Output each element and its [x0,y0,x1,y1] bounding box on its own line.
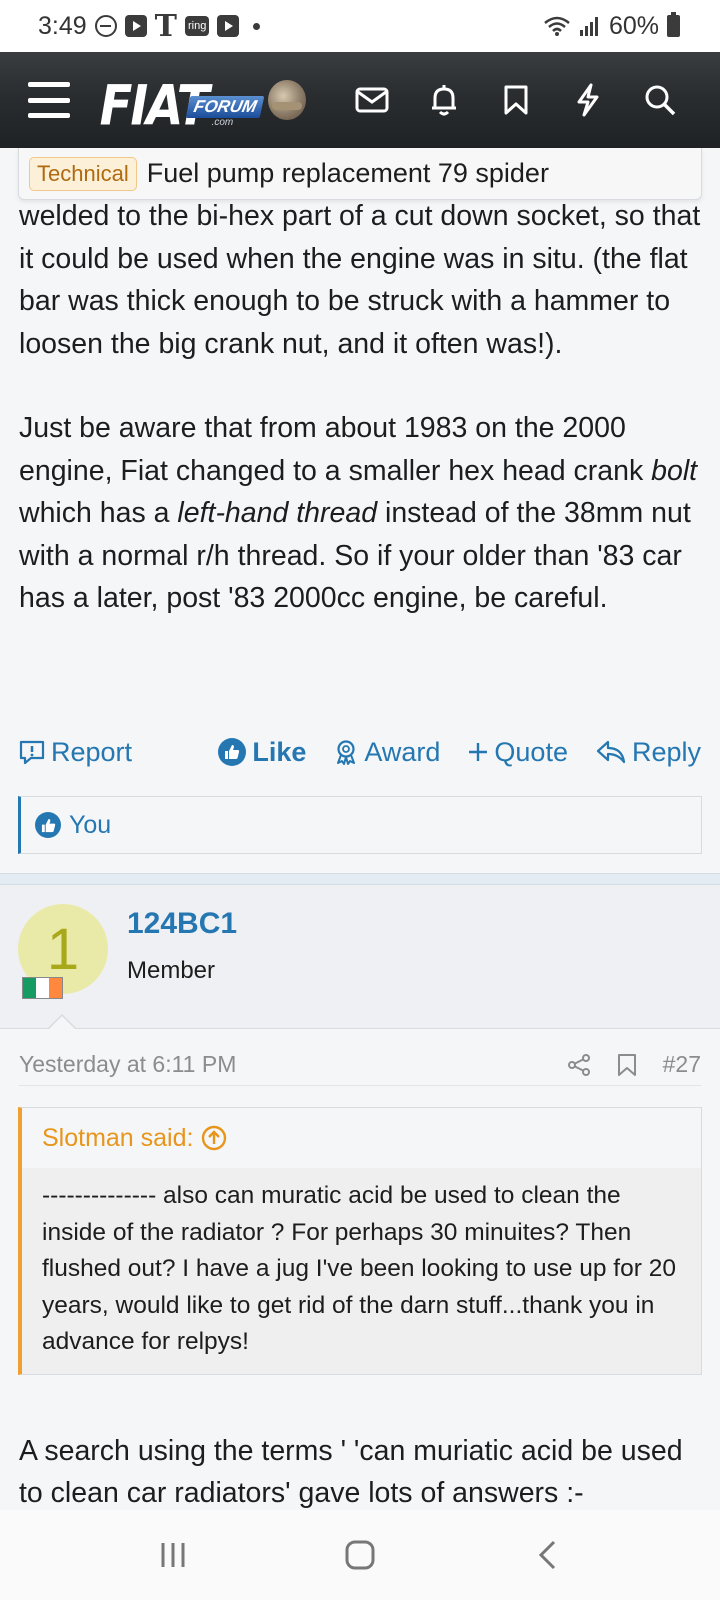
status-right: 60% [543,12,680,41]
status-left: 3:49 T ring [38,8,261,44]
reaction-like-icon [35,812,61,838]
app-header: FIAT FORUM .com [0,52,720,148]
battery-percent: 60% [608,11,659,40]
logo-com-text: .com [211,117,234,128]
report-icon [19,740,45,765]
post-paragraph-2: Just be aware that from about 1983 on th… [19,412,698,614]
search-icon[interactable] [624,70,696,130]
tmobile-icon: T [154,8,177,44]
plus-icon [469,743,488,761]
member-username[interactable]: 124BC1 [127,907,237,941]
message-arrow [48,1016,76,1030]
site-logo[interactable]: FIAT FORUM .com [100,70,265,134]
arrow-up-circle-icon[interactable] [201,1125,227,1151]
battery-icon [667,12,680,37]
home-icon[interactable] [330,1530,390,1580]
recent-apps-icon[interactable] [143,1530,203,1580]
post-number[interactable]: #27 [663,1051,701,1078]
youtube-icon [124,15,147,37]
status-time: 3:49 [38,11,87,40]
bell-icon[interactable] [408,70,480,130]
member-title: Member [127,957,216,984]
quote-body: -------------- also can muratic acid be … [22,1168,701,1374]
award-label: Award [364,736,441,767]
thread-title: Fuel pump replacement 79 spider [146,158,549,188]
report-label: Report [51,736,133,767]
ireland-flag-icon [22,977,63,999]
bookmark-icon[interactable] [480,70,552,130]
post-meta: Yesterday at 6:11 PM #27 [19,1044,701,1086]
wifi-icon [544,16,570,36]
share-icon[interactable] [567,1053,591,1077]
menu-icon[interactable] [28,82,70,118]
android-nav-bar [0,1510,720,1600]
mail-icon[interactable] [336,70,408,130]
user-avatar-header[interactable] [268,80,306,120]
reply-button[interactable]: Reply [596,737,701,768]
quote-button[interactable]: Quote [468,737,568,768]
thumbs-up-icon [218,738,247,766]
award-button[interactable]: Award [334,737,440,768]
back-icon[interactable] [517,1530,577,1580]
ring-app-icon: ring [185,16,210,36]
reactions-users: You [69,810,112,839]
like-button[interactable]: Like [218,737,306,768]
post-body: welded to the bi-hex part of a cut down … [19,195,709,662]
quote-label: Quote [494,736,568,767]
post-divider [0,873,720,885]
quote-author: Slotman said: [42,1123,194,1152]
bookmark-post-icon[interactable] [617,1053,637,1077]
quote-header[interactable]: Slotman said: [22,1108,701,1168]
notification-dot-icon [253,22,261,30]
post-timestamp[interactable]: Yesterday at 6:11 PM [19,1051,236,1078]
post-reply-text: A search using the terms ' 'can muriatic… [19,1435,683,1509]
lightning-icon[interactable] [552,70,624,130]
youtube-icon-2 [217,15,240,37]
reply-icon [596,740,626,764]
post-paragraph-1: welded to the bi-hex part of a cut down … [19,200,701,360]
sticky-thread-title[interactable]: Technical Fuel pump replacement 79 spide… [18,148,702,200]
post-user-block: 1 124BC1 Member [0,885,720,1030]
reply-label: Reply [631,736,701,767]
status-bar: 3:49 T ring 60% [0,0,720,52]
post-meta-actions: #27 [567,1051,701,1078]
header-icons [336,70,696,130]
signal-icon [579,17,598,36]
post-action-bar: Report Like Award Quote Reply [19,730,701,774]
like-label: Like [252,736,307,767]
thread-prefix-badge: Technical [29,156,137,191]
award-icon [337,740,356,765]
report-button[interactable]: Report [19,737,132,768]
do-not-disturb-icon [94,15,117,37]
reactions-bar[interactable]: You [18,796,702,854]
logo-forum-text: FORUM [185,96,265,118]
quote-block: Slotman said: -------------- also can mu… [18,1107,702,1375]
